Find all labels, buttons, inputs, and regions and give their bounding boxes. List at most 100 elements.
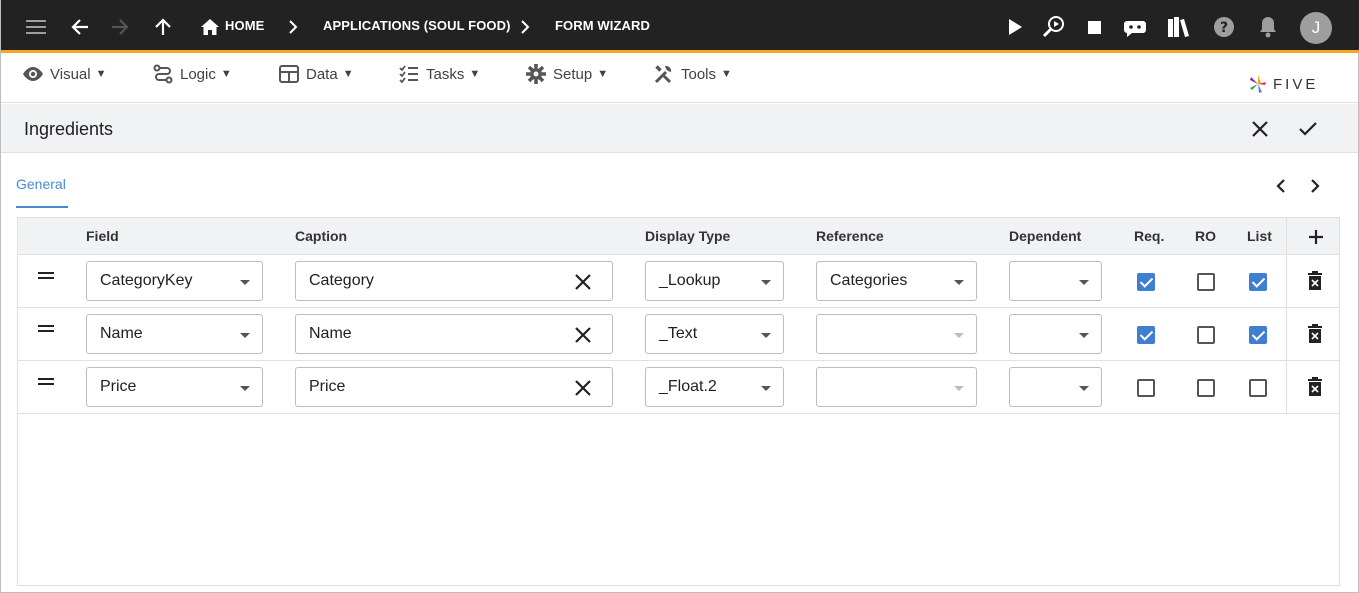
breadcrumb-form-wizard[interactable]: FORM WIZARD — [555, 18, 650, 33]
hamburger-menu-icon[interactable] — [21, 12, 51, 42]
clear-icon[interactable] — [574, 326, 592, 344]
dropdown-arrow-icon — [1079, 280, 1089, 285]
display-type-select-value: _Lookup — [659, 272, 721, 289]
tab-general[interactable]: General — [16, 176, 66, 192]
field-select[interactable]: Name — [86, 314, 263, 354]
home-icon[interactable] — [195, 12, 225, 42]
dropdown-arrow-icon — [1079, 333, 1089, 338]
menu-data[interactable]: Data ▼ — [278, 62, 354, 86]
column-header-ro: RO — [1195, 228, 1216, 244]
reference-select-value: Categories — [830, 272, 908, 289]
previous-record-button[interactable] — [1271, 176, 1291, 196]
req-checkbox[interactable] — [1137, 273, 1155, 291]
row-actions-column — [1286, 218, 1339, 414]
req-checkbox[interactable] — [1137, 326, 1155, 344]
clear-icon[interactable] — [574, 273, 592, 291]
caption-input[interactable]: Name — [295, 314, 613, 354]
chevron-left-icon — [1276, 179, 1285, 193]
menu-tools[interactable]: Tools ▼ — [653, 62, 732, 86]
field-select-value: Name — [100, 325, 143, 342]
breadcrumb-home[interactable]: HOME — [225, 18, 264, 33]
close-icon — [1252, 121, 1268, 137]
list-checkbox[interactable] — [1249, 326, 1267, 344]
field-select[interactable]: CategoryKey — [86, 261, 263, 301]
drag-handle-icon[interactable] — [38, 324, 56, 334]
dependent-select[interactable] — [1009, 314, 1102, 354]
cancel-button[interactable] — [1247, 116, 1273, 142]
display-type-select[interactable]: _Lookup — [645, 261, 784, 301]
drag-handle-icon[interactable] — [38, 271, 56, 281]
table-row: Name Name _Text — [18, 308, 1339, 361]
five-logo-mark-icon — [1250, 75, 1266, 93]
column-header-list: List — [1247, 228, 1272, 244]
notification-bell-icon[interactable] — [1253, 12, 1283, 42]
field-select-value: CategoryKey — [100, 272, 193, 289]
caret-down-icon: ▼ — [342, 68, 354, 80]
check-icon — [1299, 122, 1317, 136]
column-header-reference: Reference — [816, 228, 884, 244]
dependent-select[interactable] — [1009, 261, 1102, 301]
column-header-dependent: Dependent — [1009, 228, 1082, 244]
debug-search-icon[interactable] — [1039, 12, 1069, 42]
list-checkbox[interactable] — [1249, 273, 1267, 291]
dropdown-arrow-icon — [1079, 386, 1089, 391]
ro-checkbox[interactable] — [1197, 326, 1215, 344]
caption-input[interactable]: Category — [295, 261, 613, 301]
help-icon[interactable]: ? — [1209, 12, 1239, 42]
req-checkbox[interactable] — [1137, 379, 1155, 397]
table-icon — [278, 63, 300, 85]
breadcrumb-applications[interactable]: APPLICATIONS (SOUL FOOD) — [323, 18, 511, 33]
caption-input-value: Category — [309, 272, 374, 289]
logic-flow-icon — [152, 63, 174, 85]
dropdown-arrow-icon — [954, 386, 964, 391]
dropdown-arrow-icon — [954, 333, 964, 338]
chat-bot-icon[interactable] — [1120, 12, 1150, 42]
dropdown-arrow-icon — [240, 386, 250, 391]
menu-logic[interactable]: Logic ▼ — [152, 62, 232, 86]
back-arrow-icon[interactable] — [65, 12, 95, 42]
dropdown-arrow-icon — [240, 280, 250, 285]
grid-header: Field Caption Display Type Reference Dep… — [18, 218, 1339, 255]
caret-down-icon: ▼ — [469, 68, 481, 80]
display-type-select[interactable]: _Float.2 — [645, 367, 784, 407]
menu-setup-label: Setup — [553, 65, 593, 83]
save-button[interactable] — [1295, 116, 1321, 142]
up-arrow-icon[interactable] — [148, 12, 178, 42]
reference-select[interactable] — [816, 367, 977, 407]
column-header-req: Req. — [1134, 228, 1165, 244]
reference-select[interactable] — [816, 314, 977, 354]
menu-visual[interactable]: Visual ▼ — [22, 62, 106, 86]
chevron-right-icon — [278, 12, 308, 42]
chevron-right-icon — [1311, 179, 1320, 193]
next-record-button[interactable] — [1305, 176, 1325, 196]
active-tab-indicator — [16, 206, 68, 208]
library-books-icon[interactable] — [1164, 12, 1194, 42]
clear-icon[interactable] — [574, 379, 592, 397]
ro-checkbox[interactable] — [1197, 273, 1215, 291]
caption-input-value: Price — [309, 378, 346, 395]
checklist-icon — [398, 63, 420, 85]
menu-tasks[interactable]: Tasks ▼ — [398, 62, 480, 86]
menu-bar: Visual ▼ Logic ▼ Data ▼ Tasks ▼ Setup ▼ Tools… — [1, 56, 1358, 103]
caption-input[interactable]: Price — [295, 367, 613, 407]
caret-down-icon: ▼ — [220, 68, 232, 80]
drag-handle-icon[interactable] — [38, 377, 56, 387]
five-logo: FIVE — [1247, 72, 1337, 96]
user-avatar[interactable]: J — [1300, 12, 1332, 44]
field-select[interactable]: Price — [86, 367, 263, 407]
page-title: Ingredients — [24, 119, 114, 139]
play-icon[interactable] — [1000, 12, 1030, 42]
menu-setup[interactable]: Setup ▼ — [525, 62, 608, 86]
column-header-caption: Caption — [295, 228, 348, 244]
dependent-select[interactable] — [1009, 367, 1102, 407]
menu-tasks-label: Tasks — [426, 65, 465, 83]
reference-select[interactable]: Categories — [816, 261, 977, 301]
forward-arrow-icon[interactable] — [105, 12, 135, 42]
display-type-select[interactable]: _Text — [645, 314, 784, 354]
display-type-select-value: _Float.2 — [659, 378, 717, 395]
top-bar: HOME APPLICATIONS (SOUL FOOD) FORM WIZAR… — [1, 0, 1359, 53]
stop-icon[interactable] — [1079, 12, 1109, 42]
list-checkbox[interactable] — [1249, 379, 1267, 397]
ro-checkbox[interactable] — [1197, 379, 1215, 397]
form-title-bar: Ingredients — [1, 104, 1358, 153]
